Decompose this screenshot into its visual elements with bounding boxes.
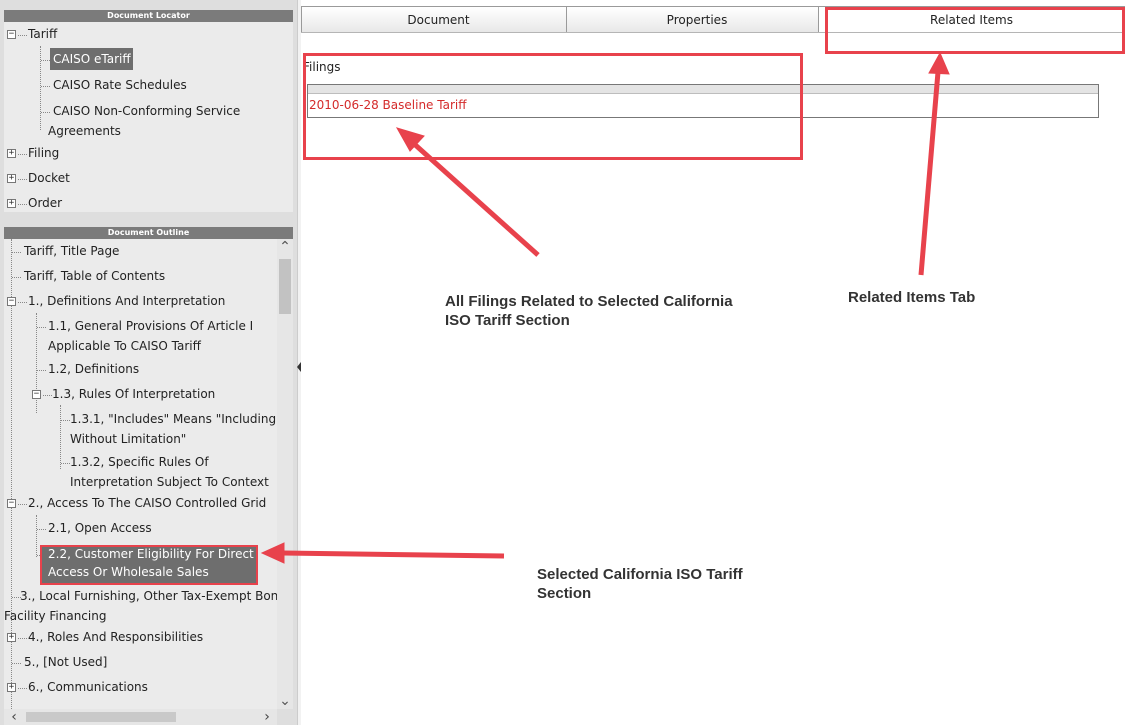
annotation-arrows — [260, 51, 950, 564]
annotation-selected-section-text: Selected California ISO Tariff Section — [537, 566, 743, 602]
annotation-related-items-text: Related Items Tab — [848, 289, 976, 306]
arrow-selected-section-head — [260, 542, 285, 564]
annotation-filings-text: All Filings Related to Selected Californ… — [445, 293, 733, 329]
arrow-related-items — [918, 71, 941, 276]
arrow-filings — [410, 140, 540, 257]
arrow-selected-section — [282, 550, 505, 559]
arrow-related-items-head — [928, 51, 950, 75]
